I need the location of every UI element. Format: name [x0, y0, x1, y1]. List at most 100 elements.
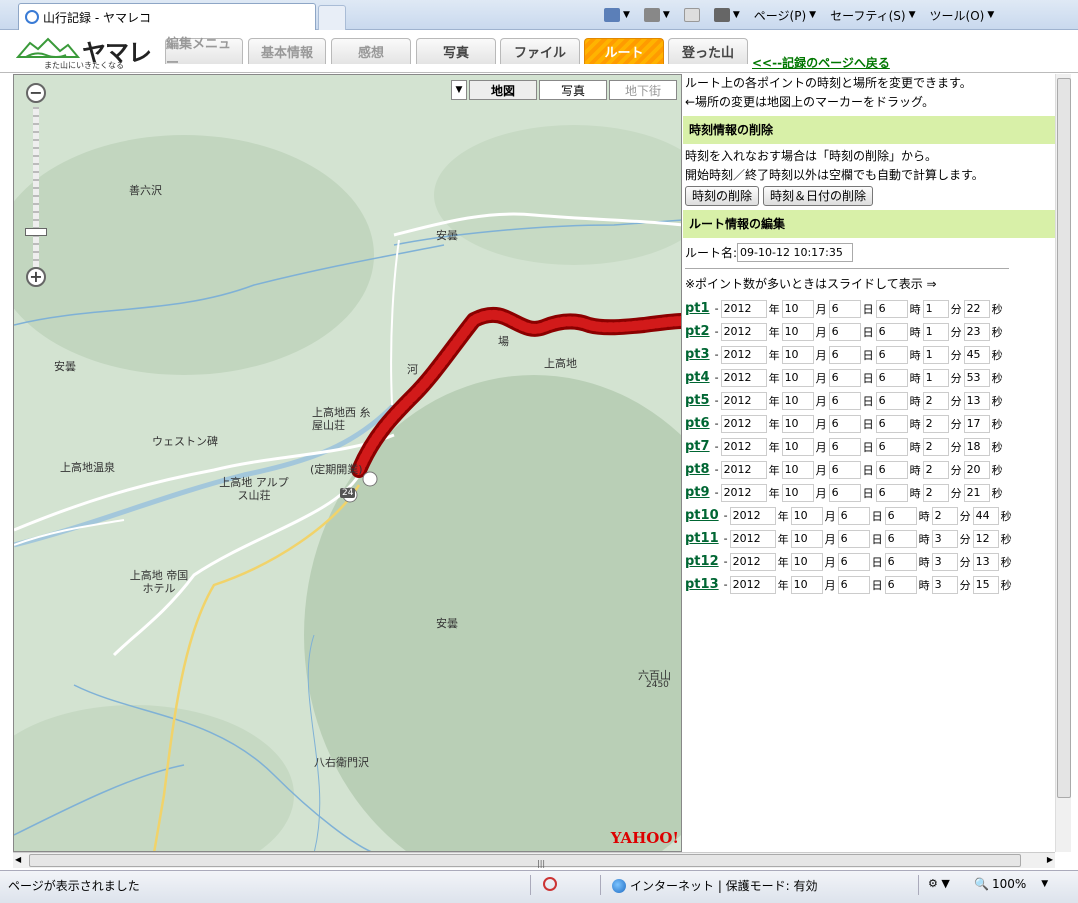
point-month-input[interactable]	[781, 345, 814, 364]
tab-impressions[interactable]: 感想	[331, 38, 411, 64]
point-day-input[interactable]	[828, 345, 861, 364]
point-hour-input[interactable]	[875, 368, 908, 387]
zoom-out-button[interactable]: −	[26, 83, 46, 103]
zoom-in-button[interactable]: +	[26, 267, 46, 287]
point-minute-input[interactable]	[922, 460, 949, 479]
point-second-input[interactable]	[972, 506, 999, 525]
point-month-input[interactable]	[781, 368, 814, 387]
point-day-input[interactable]	[828, 437, 861, 456]
security-zone[interactable]: インターネット | 保護モード: 有効	[612, 877, 818, 894]
horizontal-scrollbar[interactable]: ◀ ||| ▶	[13, 852, 1055, 868]
point-month-input[interactable]	[781, 299, 814, 318]
point-link[interactable]: pt1	[685, 301, 710, 316]
point-hour-input[interactable]	[875, 460, 908, 479]
point-link[interactable]: pt8	[685, 462, 710, 477]
point-hour-input[interactable]	[884, 506, 917, 525]
privacy-report-icon[interactable]	[543, 877, 557, 891]
point-hour-input[interactable]	[884, 575, 917, 594]
map-type-underground-button[interactable]: 地下街	[609, 80, 677, 100]
point-hour-input[interactable]	[875, 437, 908, 456]
point-link[interactable]: pt10	[685, 508, 719, 523]
scroll-right-arrow-icon[interactable]: ▶	[1047, 855, 1053, 864]
point-second-input[interactable]	[972, 575, 999, 594]
point-minute-input[interactable]	[931, 552, 958, 571]
tab-files[interactable]: ファイル	[500, 38, 580, 64]
point-hour-input[interactable]	[875, 391, 908, 410]
point-year-input[interactable]	[729, 575, 776, 594]
feeds-button[interactable]: ▼	[640, 8, 674, 22]
yamareco-logo[interactable]: ヤマレコ また山にいきたくなる	[14, 33, 158, 102]
point-hour-input[interactable]	[875, 345, 908, 364]
point-link[interactable]: pt3	[685, 347, 710, 362]
point-month-input[interactable]	[790, 552, 823, 571]
tools-menu[interactable]: ツール(O) ▼	[926, 7, 999, 24]
point-day-input[interactable]	[828, 299, 861, 318]
home-button[interactable]: ▼	[600, 8, 634, 22]
point-month-input[interactable]	[790, 529, 823, 548]
route-map[interactable]: − + ▼ 地図 写真 地下街 善六沢 安曇 安曇 安曇 上高地 上高地西 糸屋…	[13, 74, 682, 852]
point-day-input[interactable]	[828, 391, 861, 410]
point-day-input[interactable]	[828, 368, 861, 387]
safety-menu[interactable]: セーフティ(S) ▼	[826, 7, 919, 24]
route-name-input[interactable]	[737, 243, 854, 262]
point-hour-input[interactable]	[884, 552, 917, 571]
point-month-input[interactable]	[781, 437, 814, 456]
delete-time-button[interactable]: 時刻の削除	[685, 186, 760, 206]
point-year-input[interactable]	[720, 368, 767, 387]
point-year-input[interactable]	[729, 529, 776, 548]
point-year-input[interactable]	[729, 506, 776, 525]
point-hour-input[interactable]	[875, 299, 908, 318]
print-button[interactable]: ▼	[710, 8, 744, 22]
tab-route[interactable]: ルート	[584, 38, 664, 64]
back-to-record-link[interactable]: <<--記録のページへ戻る	[752, 54, 890, 71]
point-year-input[interactable]	[720, 299, 767, 318]
scroll-left-arrow-icon[interactable]: ◀	[15, 855, 21, 864]
point-month-input[interactable]	[790, 575, 823, 594]
point-day-input[interactable]	[828, 322, 861, 341]
zoom-slider-track[interactable]	[33, 107, 39, 267]
point-minute-input[interactable]	[922, 299, 949, 318]
point-hour-input[interactable]	[875, 483, 908, 502]
map-type-dropdown[interactable]: ▼	[451, 80, 467, 100]
tab-photos[interactable]: 写真	[416, 38, 496, 64]
point-minute-input[interactable]	[931, 529, 958, 548]
point-second-input[interactable]	[963, 437, 990, 456]
point-year-input[interactable]	[720, 345, 767, 364]
point-month-input[interactable]	[781, 483, 814, 502]
browser-tab-active[interactable]: 山行記録 - ヤマレコ	[18, 3, 316, 30]
point-minute-input[interactable]	[922, 368, 949, 387]
point-day-input[interactable]	[837, 552, 870, 571]
point-minute-input[interactable]	[931, 506, 958, 525]
point-minute-input[interactable]	[922, 391, 949, 410]
point-hour-input[interactable]	[875, 322, 908, 341]
point-link[interactable]: pt6	[685, 416, 710, 431]
compatibility-icon[interactable]: ⚙ ▼	[928, 877, 950, 890]
point-second-input[interactable]	[963, 322, 990, 341]
point-day-input[interactable]	[837, 529, 870, 548]
point-year-input[interactable]	[729, 552, 776, 571]
point-year-input[interactable]	[720, 460, 767, 479]
point-minute-input[interactable]	[922, 322, 949, 341]
point-minute-input[interactable]	[922, 414, 949, 433]
point-hour-input[interactable]	[884, 529, 917, 548]
point-link[interactable]: pt2	[685, 324, 710, 339]
mail-button[interactable]	[680, 8, 704, 22]
point-year-input[interactable]	[720, 483, 767, 502]
point-second-input[interactable]	[963, 414, 990, 433]
point-second-input[interactable]	[972, 529, 999, 548]
point-link[interactable]: pt11	[685, 531, 719, 546]
tab-climbed-mountains[interactable]: 登った山	[668, 38, 748, 64]
vertical-scroll-thumb[interactable]	[1057, 78, 1071, 798]
map-type-photo-button[interactable]: 写真	[539, 80, 607, 100]
point-month-input[interactable]	[781, 414, 814, 433]
point-link[interactable]: pt7	[685, 439, 710, 454]
point-day-input[interactable]	[828, 483, 861, 502]
point-second-input[interactable]	[963, 483, 990, 502]
point-link[interactable]: pt9	[685, 485, 710, 500]
point-link[interactable]: pt4	[685, 370, 710, 385]
point-second-input[interactable]	[972, 552, 999, 571]
point-link[interactable]: pt13	[685, 577, 719, 592]
point-minute-input[interactable]	[922, 345, 949, 364]
point-year-input[interactable]	[720, 414, 767, 433]
point-month-input[interactable]	[790, 506, 823, 525]
